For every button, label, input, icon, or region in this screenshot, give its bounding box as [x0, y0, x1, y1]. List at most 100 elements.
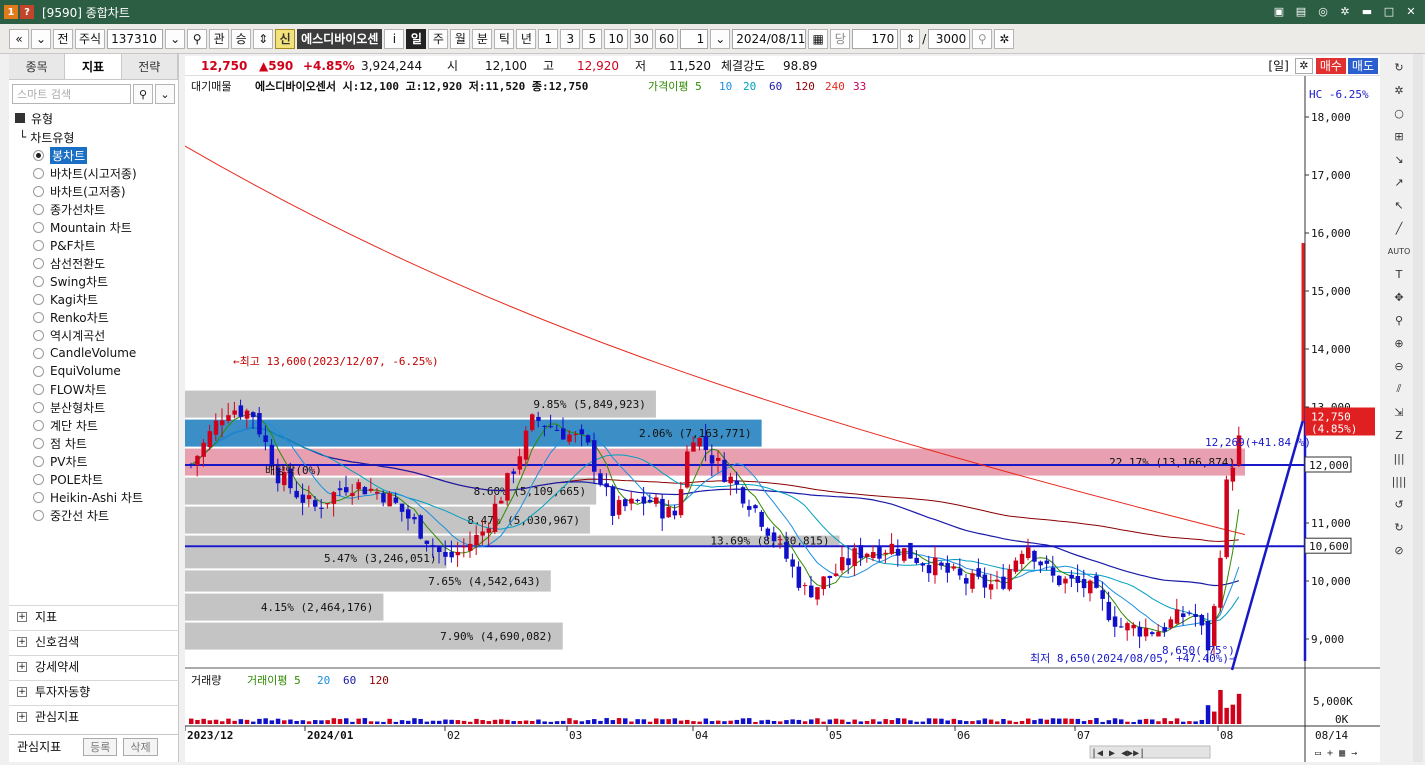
- radio-icon[interactable]: [33, 419, 44, 431]
- chart-type-option[interactable]: CandleVolume: [9, 344, 178, 362]
- chart-type-option[interactable]: P&F차트: [9, 236, 178, 254]
- code-dropdown-icon[interactable]: ⌄: [165, 28, 186, 49]
- section-favorite[interactable]: + 관심지표: [9, 705, 179, 727]
- radio-icon[interactable]: [33, 257, 44, 269]
- zoom-controls-icon[interactable]: ▭ + ▦ →: [1315, 748, 1357, 759]
- count-spin-icon[interactable]: ⇕: [900, 28, 921, 49]
- tab-strategy[interactable]: 전략: [122, 54, 178, 79]
- chart-type-option[interactable]: 바차트(시고저종): [9, 164, 178, 182]
- chart-type-option[interactable]: Heikin-Ashi 차트: [9, 488, 178, 506]
- period-tick[interactable]: 틱: [494, 28, 515, 49]
- stock-code-input[interactable]: 137310: [107, 28, 164, 49]
- period-day[interactable]: 일: [406, 28, 427, 49]
- undo-icon[interactable]: ↺: [1390, 495, 1408, 513]
- chart-type-option[interactable]: 삼선전환도: [9, 254, 178, 272]
- market-select[interactable]: 주식: [75, 28, 106, 49]
- chart-type-option[interactable]: 역시계곡선: [9, 326, 178, 344]
- spin-icon[interactable]: ⇕: [253, 28, 274, 49]
- count-input[interactable]: 170: [852, 28, 899, 49]
- trendline-tool-icon[interactable]: ↘: [1390, 150, 1408, 168]
- gear-icon[interactable]: ✲: [1337, 3, 1353, 19]
- auto-tool-icon[interactable]: AUTO: [1388, 242, 1411, 260]
- section-strength[interactable]: + 강세약세: [9, 655, 179, 677]
- total-input[interactable]: 3000: [928, 28, 971, 49]
- radio-icon[interactable]: [33, 383, 44, 395]
- chart-type-option[interactable]: PV차트: [9, 452, 178, 470]
- radio-icon[interactable]: [33, 185, 44, 197]
- delete-tool-icon[interactable]: ⊘: [1390, 541, 1408, 559]
- pointer-tool-icon[interactable]: ↖: [1390, 196, 1408, 214]
- chart-type-option[interactable]: 중간선 차트: [9, 506, 178, 524]
- minute-1[interactable]: 1: [538, 28, 559, 49]
- nav-prev-button[interactable]: «: [9, 28, 29, 49]
- ray-tool-icon[interactable]: ↗: [1390, 173, 1408, 191]
- zigzag-tool-icon[interactable]: Z: [1390, 426, 1408, 444]
- minute-60[interactable]: 60: [654, 28, 679, 49]
- zoom-icon[interactable]: ⚲: [972, 28, 993, 49]
- chart-type-option[interactable]: Swing차트: [9, 272, 178, 290]
- fibonacci-tool-icon[interactable]: ⫽: [1390, 380, 1408, 398]
- radio-icon[interactable]: [33, 239, 44, 251]
- period-year[interactable]: 년: [516, 28, 537, 49]
- pin-icon[interactable]: ▣: [1271, 3, 1287, 19]
- redo-icon[interactable]: ↻: [1390, 518, 1408, 536]
- tree-group[interactable]: 유형: [9, 108, 178, 128]
- radio-icon[interactable]: [33, 149, 44, 161]
- chart-type-icon[interactable]: ⊞: [1390, 127, 1408, 145]
- radio-icon[interactable]: [33, 491, 44, 503]
- radio-icon[interactable]: [33, 509, 44, 521]
- radio-icon[interactable]: [33, 365, 44, 377]
- dang-button[interactable]: 당: [830, 28, 851, 49]
- minute-30[interactable]: 30: [629, 28, 653, 49]
- rel-button[interactable]: 관: [209, 28, 230, 49]
- period-minute[interactable]: 분: [472, 28, 493, 49]
- section-signal[interactable]: + 신호검색: [9, 630, 179, 652]
- save-icon[interactable]: ▤: [1293, 3, 1309, 19]
- playback-controls-icon[interactable]: |◀ ▶ ◀▶▶|: [1091, 748, 1145, 759]
- radio-icon[interactable]: [33, 455, 44, 467]
- zoom-in-icon[interactable]: ⊕: [1390, 334, 1408, 352]
- maximize-icon[interactable]: □: [1381, 3, 1397, 19]
- chart-type-option[interactable]: 종가선차트: [9, 200, 178, 218]
- minute-3[interactable]: 3: [560, 28, 581, 49]
- calendar-icon[interactable]: ▦: [808, 28, 829, 49]
- radio-icon[interactable]: [33, 275, 44, 287]
- buy-button[interactable]: 매수: [1315, 57, 1346, 74]
- chart-type-option[interactable]: 계단 차트: [9, 416, 178, 434]
- section-investor[interactable]: + 투자자동향: [9, 680, 179, 702]
- line-tool-icon[interactable]: ╱: [1390, 219, 1408, 237]
- prev-button[interactable]: 전: [53, 28, 73, 49]
- radio-icon[interactable]: [33, 473, 44, 485]
- chart-type-option[interactable]: 바차트(고저종): [9, 182, 178, 200]
- chart-type-option[interactable]: Renko차트: [9, 308, 178, 326]
- radio-icon[interactable]: [33, 293, 44, 305]
- chart-type-option[interactable]: EquiVolume: [9, 362, 178, 380]
- up-button[interactable]: 승: [231, 28, 252, 49]
- circle-tool-icon[interactable]: ○: [1390, 104, 1408, 122]
- magnify-tool-icon[interactable]: ⚲: [1390, 311, 1408, 329]
- minimize-icon[interactable]: ▬: [1359, 3, 1375, 19]
- radio-icon[interactable]: [33, 347, 44, 359]
- period-month[interactable]: 월: [450, 28, 471, 49]
- minute-5[interactable]: 5: [582, 28, 603, 49]
- grid-tool-icon[interactable]: |||: [1390, 449, 1408, 467]
- price-chart[interactable]: 9.85% (5,849,923) 2.06% (7,163,771) 22.17%…: [184, 76, 1380, 762]
- chart-settings-icon[interactable]: ✲: [1294, 57, 1313, 74]
- radio-icon[interactable]: [33, 167, 44, 179]
- chart-type-option[interactable]: 점 차트: [9, 434, 178, 452]
- chart-type-option[interactable]: FLOW차트: [9, 380, 178, 398]
- delete-button[interactable]: 삭제: [123, 737, 158, 756]
- sell-button[interactable]: 매도: [1347, 57, 1378, 74]
- pan-tool-icon[interactable]: ✥: [1390, 288, 1408, 306]
- gear-icon[interactable]: ✲: [1390, 81, 1408, 99]
- radio-icon[interactable]: [33, 329, 44, 341]
- info-button[interactable]: i: [384, 28, 405, 49]
- radio-icon[interactable]: [33, 437, 44, 449]
- measure-tool-icon[interactable]: ⇲: [1390, 403, 1408, 421]
- tree-subgroup[interactable]: └ 차트유형: [9, 128, 178, 146]
- radio-icon[interactable]: [33, 401, 44, 413]
- close-icon[interactable]: ✕: [1403, 3, 1419, 19]
- minute-10[interactable]: 10: [604, 28, 628, 49]
- chart-type-option[interactable]: 분산형차트: [9, 398, 178, 416]
- register-button[interactable]: 등록: [83, 737, 118, 756]
